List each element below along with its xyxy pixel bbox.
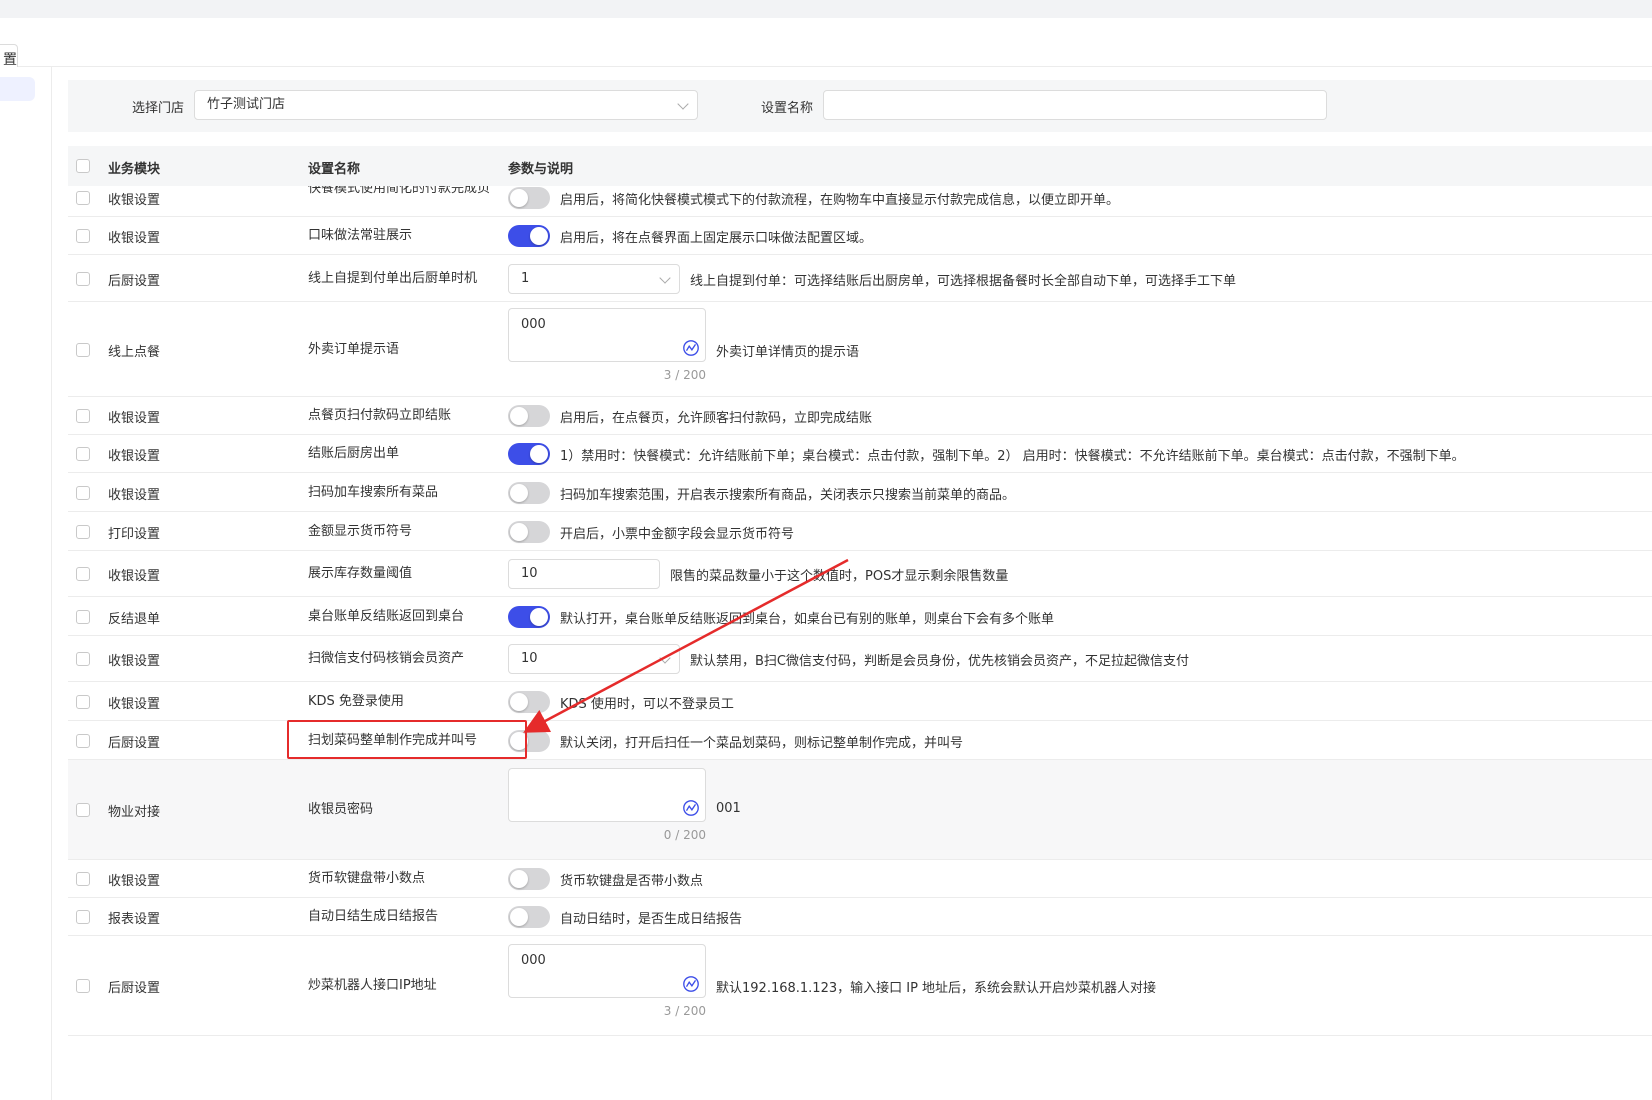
sidebar [0,67,52,1100]
main-content: 选择门店 竹子测试门店 设置名称 业务模块 设置名称 参数与说明 收银设置 快餐模… [68,80,1652,1100]
sidebar-item-active[interactable] [0,77,35,101]
tab-strip: 置 [0,18,1652,76]
annotation-arrow [523,558,849,733]
top-bar [0,0,1652,18]
page-tab-label: 置 [3,52,17,68]
